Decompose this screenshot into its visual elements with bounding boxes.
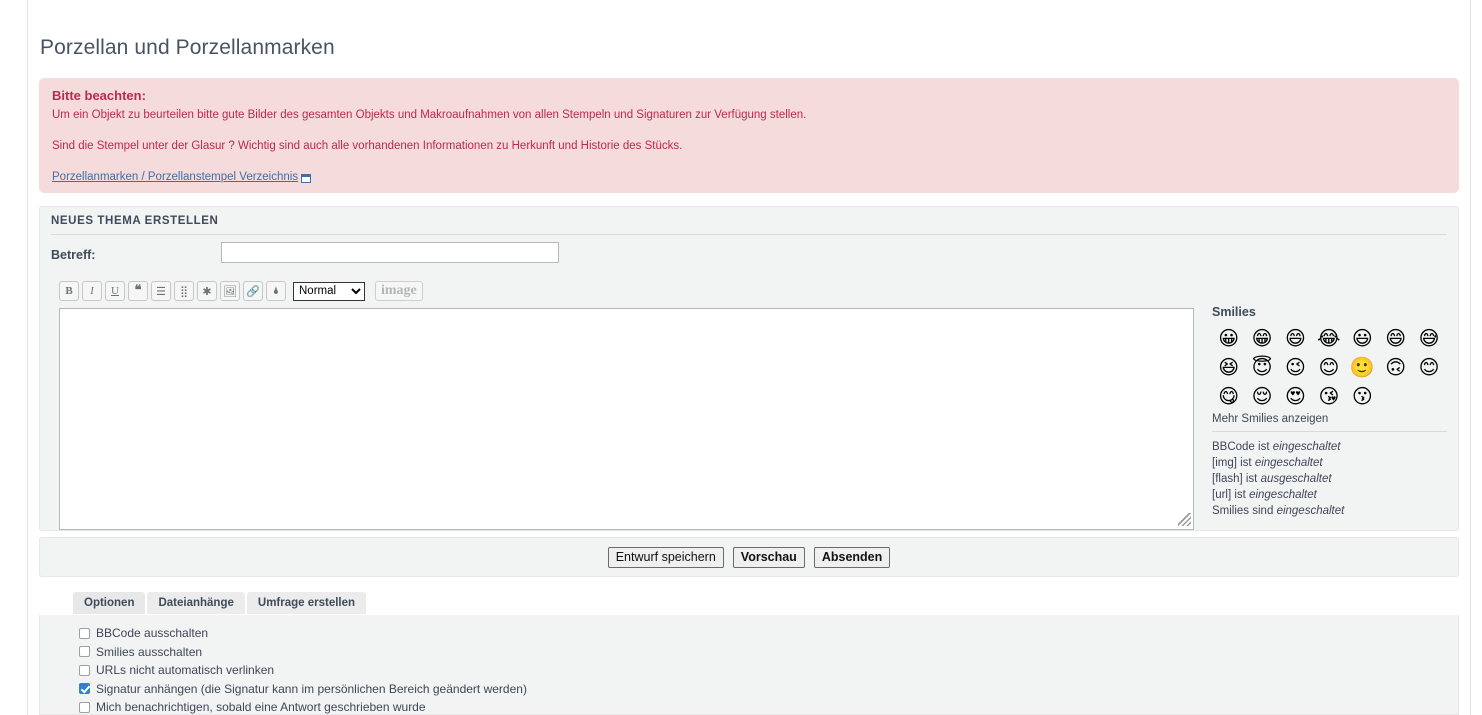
smilies-panel: Smilies 😀😁😄😂😃😄😅😆😇😉😊🙂🙃😊😋😌😍😘😗 Mehr Smilies… bbox=[1212, 305, 1452, 519]
font-colour-icon[interactable]: 🌢 bbox=[266, 281, 286, 301]
save-draft-button[interactable]: Entwurf speichern bbox=[608, 547, 724, 568]
options-panel: BBCode ausschalten Smilies ausschalten URL… bbox=[39, 615, 1459, 715]
smiley-kissing-heart[interactable]: 😘 bbox=[1312, 382, 1345, 411]
list-item-icon[interactable]: ✱ bbox=[197, 281, 217, 301]
page-content: Porzellan und Porzellanmarken Bitte beac… bbox=[28, 0, 1470, 715]
option-disable-bbcode-row: BBCode ausschalten bbox=[79, 626, 208, 640]
subject-label: Betreff: bbox=[51, 248, 95, 262]
bbcode-status-line: [url] ist eingeschaltet bbox=[1212, 487, 1452, 503]
option-no-autolink-checkbox[interactable] bbox=[79, 665, 90, 676]
bbcode-status-state: eingeschaltet bbox=[1277, 505, 1345, 517]
bbcode-status-state: eingeschaltet bbox=[1273, 441, 1341, 453]
bbcode-toolbar: B I U ❝ ☰ ⣿ ✱ 🖼 🔗 🌢 WinzigKleinNormalGro… bbox=[59, 281, 423, 301]
submit-button[interactable]: Absenden bbox=[814, 547, 890, 568]
smilies-title: Smilies bbox=[1212, 305, 1452, 319]
option-attach-signature-row: Signatur anhängen (die Signatur kann im … bbox=[79, 682, 527, 696]
notice-paragraph-1: Um ein Objekt zu beurteilen bitte gute B… bbox=[52, 109, 806, 121]
tab-umfrage[interactable]: Umfrage erstellen bbox=[247, 592, 366, 614]
option-notify-reply-label: Mich benachrichtigen, sobald eine Antwor… bbox=[96, 700, 426, 714]
option-attach-signature-label: Signatur anhängen (die Signatur kann im … bbox=[96, 682, 527, 696]
option-notify-reply-checkbox[interactable] bbox=[79, 702, 90, 713]
options-tabs: OptionenDateianhängeUmfrage erstellen bbox=[73, 592, 366, 614]
tab-dateianhaenge[interactable]: Dateianhänge bbox=[147, 592, 244, 614]
quote-icon[interactable]: ❝ bbox=[128, 281, 148, 301]
notice-link-row: Porzellanmarken / Porzellanstempel Verze… bbox=[52, 171, 311, 183]
notice-box: Bitte beachten: Um ein Objekt zu beurtei… bbox=[39, 78, 1459, 193]
smiley-laugh[interactable]: 😄 bbox=[1279, 324, 1312, 353]
bbcode-status-prefix: [flash] ist bbox=[1212, 473, 1261, 485]
smiley-halo[interactable]: 😇 bbox=[1245, 353, 1278, 382]
image-button[interactable]: image bbox=[375, 281, 423, 301]
smiley-innocent[interactable]: 😊 bbox=[1412, 353, 1445, 382]
option-disable-bbcode-label: BBCode ausschalten bbox=[96, 626, 208, 640]
underline-icon[interactable]: U bbox=[105, 281, 125, 301]
page-right-rule bbox=[1470, 0, 1471, 715]
option-no-autolink-row: URLs nicht automatisch verlinken bbox=[79, 663, 274, 677]
option-disable-smilies-checkbox[interactable] bbox=[79, 646, 90, 657]
porzellanmarken-verzeichnis-link[interactable]: Porzellanmarken / Porzellanstempel Verze… bbox=[52, 171, 298, 183]
more-smilies-link[interactable]: Mehr Smilies anzeigen bbox=[1212, 413, 1447, 432]
option-no-autolink-label: URLs nicht automatisch verlinken bbox=[96, 663, 274, 677]
tab-optionen[interactable]: Optionen bbox=[73, 592, 145, 614]
smiley-squint[interactable]: 😆 bbox=[1212, 353, 1245, 382]
smiley-teeth[interactable]: 😁 bbox=[1245, 324, 1278, 353]
bbcode-status-list: BBCode ist eingeschaltet[img] ist einges… bbox=[1212, 439, 1452, 519]
bbcode-status-line: BBCode ist eingeschaltet bbox=[1212, 439, 1452, 455]
smiley-grin[interactable]: 😀 bbox=[1212, 324, 1245, 353]
font-size-select[interactable]: WinzigKleinNormalGroßRiesig bbox=[293, 282, 365, 301]
bbcode-status-state: eingeschaltet bbox=[1249, 489, 1317, 501]
smiley-joy[interactable]: 😂 bbox=[1312, 324, 1345, 353]
bbcode-status-line: [img] ist eingeschaltet bbox=[1212, 455, 1452, 471]
bbcode-status-prefix: BBCode ist bbox=[1212, 441, 1273, 453]
smiley-kissing[interactable]: 😗 bbox=[1346, 382, 1379, 411]
page-title: Porzellan und Porzellanmarken bbox=[40, 36, 335, 60]
notice-title: Bitte beachten: bbox=[52, 88, 146, 103]
option-disable-smilies-label: Smilies ausschalten bbox=[96, 645, 202, 659]
insert-link-icon[interactable]: 🔗 bbox=[243, 281, 263, 301]
option-disable-smilies-row: Smilies ausschalten bbox=[79, 645, 202, 659]
smiley-blush[interactable]: 😊 bbox=[1312, 353, 1345, 382]
bbcode-status-prefix: [img] ist bbox=[1212, 457, 1255, 469]
smiley-heart-eyes[interactable]: 😍 bbox=[1279, 382, 1312, 411]
unordered-list-icon[interactable]: ☰ bbox=[151, 281, 171, 301]
smiley-sweat-smile[interactable]: 😅 bbox=[1412, 324, 1445, 353]
smiley-smile[interactable]: 😄 bbox=[1379, 324, 1412, 353]
smiley-relieved[interactable]: 😌 bbox=[1245, 382, 1278, 411]
bbcode-status-line: [flash] ist ausgeschaltet bbox=[1212, 471, 1452, 487]
option-notify-reply-row: Mich benachrichtigen, sobald eine Antwor… bbox=[79, 700, 426, 714]
bbcode-status-prefix: Smilies sind bbox=[1212, 505, 1277, 517]
smiley-yum[interactable]: 😋 bbox=[1212, 382, 1245, 411]
smiley-slight[interactable]: 🙂 bbox=[1346, 353, 1379, 382]
smiley-happy[interactable]: 😃 bbox=[1346, 324, 1379, 353]
smiley-upside-down[interactable]: 🙃 bbox=[1379, 353, 1412, 382]
page-root: Porzellan und Porzellanmarken Bitte beac… bbox=[0, 0, 1482, 715]
smilies-grid: 😀😁😄😂😃😄😅😆😇😉😊🙂🙃😊😋😌😍😘😗 bbox=[1212, 324, 1447, 411]
bbcode-status-line: Smilies sind eingeschaltet bbox=[1212, 503, 1452, 519]
new-topic-panel: NEUES THEMA ERSTELLEN Betreff: B I U ❝ ☰… bbox=[39, 206, 1459, 531]
option-disable-bbcode-checkbox[interactable] bbox=[79, 628, 90, 639]
submit-bar: Entwurf speichern Vorschau Absenden bbox=[39, 537, 1459, 577]
bold-icon[interactable]: B bbox=[59, 281, 79, 301]
notice-paragraph-2: Sind die Stempel unter der Glasur ? Wich… bbox=[52, 140, 682, 152]
bbcode-status-prefix: [url] ist bbox=[1212, 489, 1249, 501]
preview-button[interactable]: Vorschau bbox=[733, 547, 805, 568]
external-link-icon bbox=[301, 174, 311, 183]
bbcode-status-state: ausgeschaltet bbox=[1261, 473, 1332, 485]
ordered-list-icon[interactable]: ⣿ bbox=[174, 281, 194, 301]
subject-input[interactable] bbox=[221, 242, 559, 263]
message-textarea[interactable] bbox=[59, 308, 1194, 530]
insert-image-icon[interactable]: 🖼 bbox=[220, 281, 240, 301]
bbcode-status-state: eingeschaltet bbox=[1255, 457, 1323, 469]
italic-icon[interactable]: I bbox=[82, 281, 102, 301]
panel-heading: NEUES THEMA ERSTELLEN bbox=[51, 215, 1447, 235]
option-attach-signature-checkbox[interactable] bbox=[79, 683, 90, 694]
smiley-wink[interactable]: 😉 bbox=[1279, 353, 1312, 382]
